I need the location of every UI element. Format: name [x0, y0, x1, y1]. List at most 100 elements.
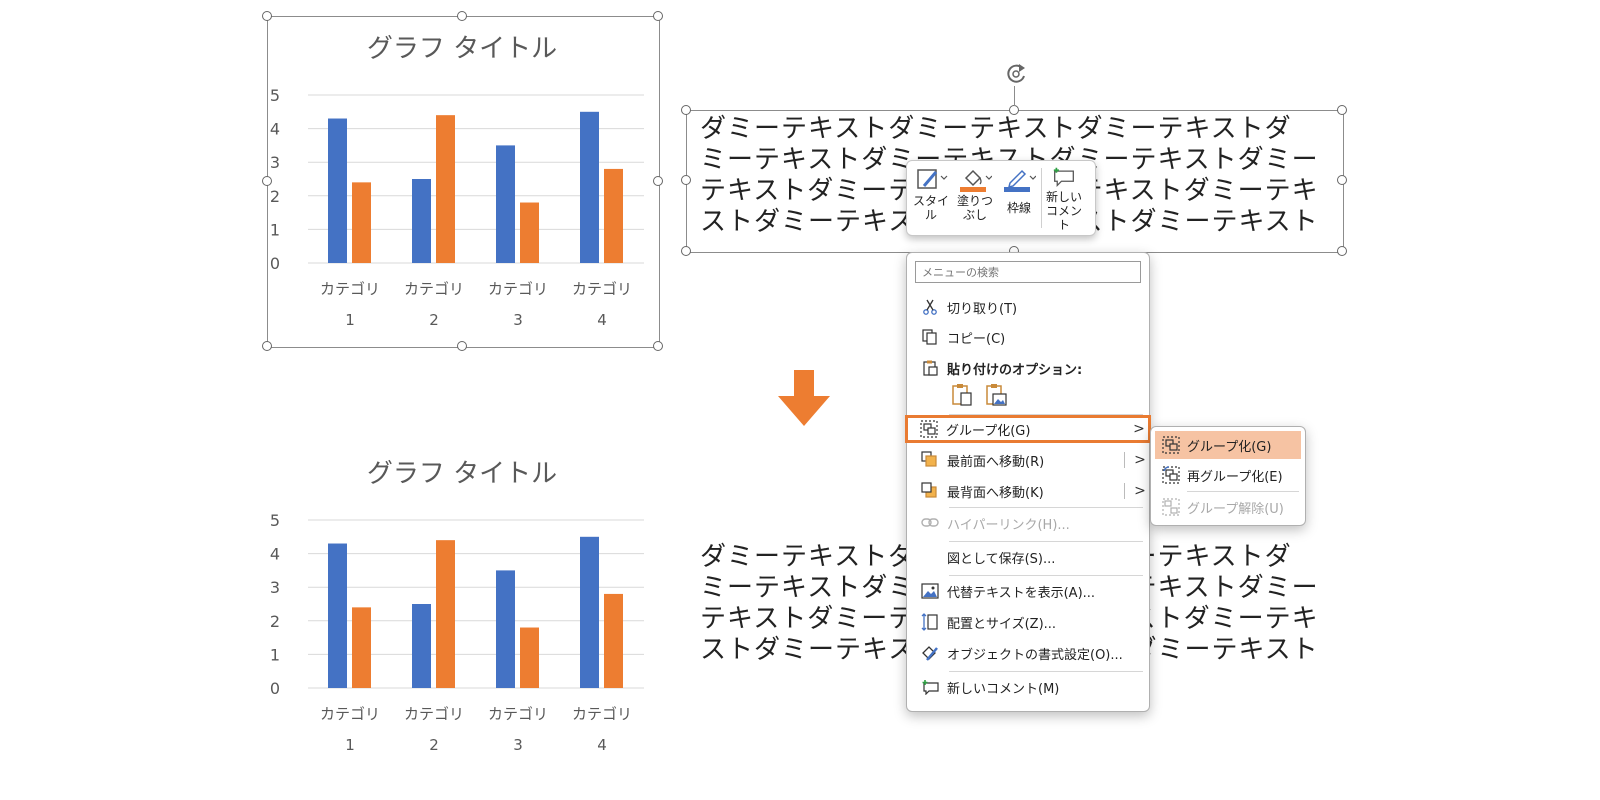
category-label: 1: [345, 736, 355, 754]
chevron-right-icon[interactable]: >: [1131, 452, 1149, 468]
chart-title: グラフ タイトル: [367, 459, 557, 489]
outline-button[interactable]: 枠線: [997, 164, 1041, 232]
mini-toolbar: スタイ ル 塗りつ ぶし 枠線 新しい コメント: [906, 160, 1096, 236]
menu-item-label: 切り取り(T): [947, 301, 1018, 317]
resize-handle[interactable]: [681, 175, 691, 185]
category-label: カテゴリ: [572, 705, 632, 723]
paste-as-picture-icon[interactable]: [983, 381, 1009, 409]
category-label: 3: [513, 736, 523, 754]
menu-separator: [949, 507, 1143, 508]
menu-item-label: 最前面へ移動(R): [947, 454, 1045, 470]
resize-handle[interactable]: [681, 105, 691, 115]
menu-item-label: コピー(C): [947, 331, 1006, 347]
bar: [328, 543, 347, 688]
y-tick-label: 1: [270, 645, 280, 664]
y-tick-label: 2: [270, 612, 280, 631]
y-tick-label: 3: [270, 578, 280, 597]
bar: [412, 604, 431, 688]
group-icon: [918, 419, 940, 439]
pen-outline-icon: [1004, 169, 1036, 192]
alt-text-icon: [919, 581, 941, 601]
clipboard-icon: [919, 358, 941, 378]
style-button[interactable]: スタイ ル: [909, 164, 953, 232]
new-comment-button[interactable]: 新しい コメント: [1042, 164, 1086, 232]
menu-item-label: 貼り付けのオプション:: [947, 362, 1083, 378]
resize-handle[interactable]: [262, 11, 272, 21]
menu-item-label: 配置とサイズ(Z)...: [947, 616, 1057, 632]
menu-item-cut[interactable]: 切り取り(T): [907, 293, 1149, 321]
context-menu: 切り取り(T) コピー(C) 貼り付けのオプション: グループ化(G) > 最: [905, 252, 1151, 712]
rotate-handle-icon[interactable]: [1002, 60, 1030, 88]
menu-item-copy[interactable]: コピー(C): [907, 323, 1149, 351]
menu-item-new-comment[interactable]: 新しいコメント(M): [907, 673, 1149, 701]
y-tick-label: 5: [270, 511, 280, 530]
fill-button[interactable]: 塗りつ ぶし: [953, 164, 997, 232]
menu-separator: [1187, 491, 1299, 492]
chart-top-selection-frame: [267, 16, 660, 348]
ungroup-icon: [1161, 497, 1181, 517]
menu-item-send-back[interactable]: 最背面へ移動(K) >: [907, 477, 1149, 505]
menu-item-label: ハイパーリンク(H)...: [947, 517, 1070, 533]
group-submenu: グループ化(G) 再グループ化(E) グループ解除(U): [1150, 426, 1306, 526]
submenu-separator: [1124, 452, 1125, 468]
menu-item-hyperlink[interactable]: ハイパーリンク(H)...: [907, 509, 1149, 537]
submenu-separator: [1124, 483, 1125, 499]
resize-handle[interactable]: [1337, 246, 1347, 256]
fill-label-1: 塗りつ: [956, 194, 994, 208]
paste-keep-format-icon[interactable]: [949, 381, 975, 409]
size-position-icon: [919, 612, 941, 632]
resize-handle[interactable]: [1337, 175, 1347, 185]
menu-item-label: 新しいコメント(M): [947, 681, 1060, 697]
menu-separator: [949, 541, 1143, 542]
bar: [352, 607, 371, 688]
menu-item-group[interactable]: グループ化(G) >: [905, 415, 1151, 443]
submenu-item-label: グループ解除(U): [1187, 501, 1284, 517]
resize-handle[interactable]: [681, 246, 691, 256]
menu-item-bring-front[interactable]: 最前面へ移動(R) >: [907, 446, 1149, 474]
category-label: カテゴリ: [320, 705, 380, 723]
new-comment-icon: [919, 677, 941, 697]
chevron-right-icon: >: [1133, 421, 1145, 437]
style-brush-icon: [917, 169, 948, 189]
bar: [580, 536, 599, 688]
menu-item-paste-options: 貼り付けのオプション:: [907, 354, 1149, 382]
resize-handle[interactable]: [653, 11, 663, 21]
menu-item-save-as-picture[interactable]: 図として保存(S)...: [907, 543, 1149, 571]
bring-to-front-icon: [919, 450, 941, 470]
menu-item-label: オブジェクトの書式設定(O)...: [947, 647, 1123, 663]
menu-separator: [949, 575, 1143, 576]
bar: [520, 627, 539, 688]
bar: [436, 540, 455, 688]
submenu-item-label: グループ化(G): [1187, 439, 1272, 455]
send-to-back-icon: [919, 481, 941, 501]
outline-label: 枠線: [1006, 201, 1031, 215]
resize-handle[interactable]: [262, 176, 272, 186]
submenu-item-label: 再グループ化(E): [1187, 469, 1283, 485]
style-label-1: スタイ: [912, 194, 949, 208]
submenu-item-ungroup[interactable]: グループ解除(U): [1155, 493, 1301, 521]
submenu-item-group[interactable]: グループ化(G): [1155, 431, 1301, 459]
format-shape-icon: [919, 643, 941, 663]
menu-search-input[interactable]: [915, 261, 1141, 283]
resize-handle[interactable]: [262, 341, 272, 351]
resize-handle[interactable]: [1337, 105, 1347, 115]
chart-bottom[interactable]: グラフ タイトル 0 1 2 3 4 5 カテゴリ 1 カテゴリ 2 カテゴリ 3 カテゴリ 4: [264, 440, 660, 774]
menu-item-format-object[interactable]: オブジェクトの書式設定(O)...: [907, 639, 1149, 667]
menu-item-label: グループ化(G): [946, 423, 1031, 439]
regroup-icon: [1161, 465, 1181, 485]
resize-handle[interactable]: [653, 176, 663, 186]
menu-item-label: 代替テキストを表示(A)...: [947, 585, 1096, 601]
resize-handle[interactable]: [457, 341, 467, 351]
category-label: 4: [597, 736, 607, 754]
menu-separator: [949, 671, 1143, 672]
new-comment-icon: [1053, 167, 1074, 187]
resize-handle[interactable]: [653, 341, 663, 351]
y-tick-label: 4: [270, 545, 280, 564]
chart-bottom-svg: グラフ タイトル 0 1 2 3 4 5 カテゴリ 1 カテゴリ 2 カテゴリ 3 カテゴリ 4: [270, 459, 644, 754]
menu-item-size-position[interactable]: 配置とサイズ(Z)...: [907, 608, 1149, 636]
submenu-item-regroup[interactable]: 再グループ化(E): [1155, 461, 1301, 489]
resize-handle[interactable]: [457, 11, 467, 21]
chevron-right-icon[interactable]: >: [1131, 483, 1149, 499]
y-tick-label: 0: [270, 679, 280, 698]
menu-item-alt-text[interactable]: 代替テキストを表示(A)...: [907, 577, 1149, 605]
